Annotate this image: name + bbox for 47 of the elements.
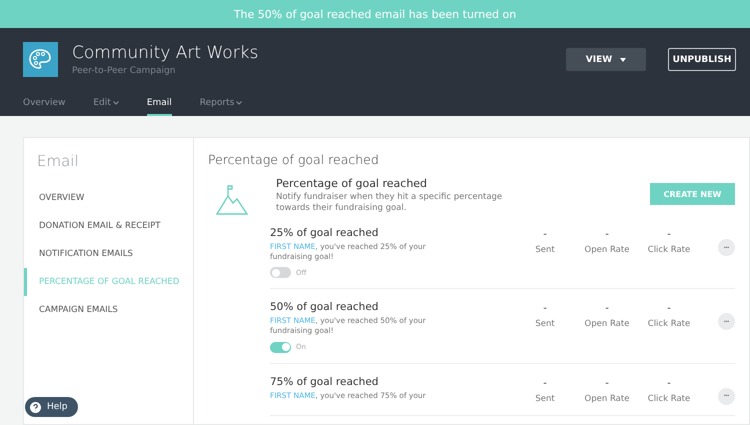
unpublish-button[interactable]: UNPUBLISH <box>668 48 736 71</box>
email-title: 25% of goal reached <box>270 227 380 239</box>
help-button[interactable]: Help <box>25 397 78 417</box>
view-dropdown-button[interactable]: VIEW <box>566 48 646 71</box>
stat-label: Sent <box>535 319 555 330</box>
campaign-subtitle: Peer-to-Peer Campaign <box>72 66 176 76</box>
palette-icon <box>23 42 58 77</box>
stat-value: - <box>543 303 547 314</box>
stat-value: - <box>543 229 547 240</box>
stat-value: - <box>605 303 609 314</box>
sidebar-title: Email <box>36 152 80 170</box>
toggle-switch[interactable] <box>270 342 291 352</box>
sidebar-item[interactable]: CAMPAIGN EMAILS <box>24 296 193 324</box>
stat-value: - <box>605 378 609 388</box>
chevron-down-icon <box>236 101 242 105</box>
campaign-title: Community Art Works <box>72 43 260 63</box>
stat-value: - <box>667 303 671 314</box>
intro-title: Percentage of goal reached <box>276 177 428 190</box>
email-title: 50% of goal reached <box>270 301 380 314</box>
notification-text: The 50% of goal reached email has been turned on <box>234 8 516 20</box>
stat-label: Click Rate <box>648 245 690 255</box>
email-title: 75% of goal reached <box>270 376 380 388</box>
stat-label: Sent <box>535 394 555 404</box>
stat-value: - <box>605 229 609 240</box>
stat-label: Open Rate <box>584 319 630 330</box>
intro-description: Notify fundraiser when they hit a specific percentage towards their fundraising goal. <box>276 192 504 214</box>
sidebar-item[interactable]: DONATION EMAIL & RECEIPT <box>24 212 193 240</box>
stat-value: - <box>667 378 671 388</box>
help-icon <box>30 402 41 412</box>
stat-label: Click Rate <box>648 394 690 404</box>
stat-value: - <box>543 378 547 388</box>
chevron-down-icon <box>112 101 119 105</box>
nav-tab[interactable]: Email <box>146 98 172 116</box>
caret-icon <box>620 58 626 62</box>
mountain-flag-icon <box>216 185 248 215</box>
stat-label: Open Rate <box>584 245 630 255</box>
stat-label: Click Rate <box>648 319 690 330</box>
nav-tab[interactable]: Overview <box>23 98 66 116</box>
toggle-switch[interactable] <box>270 267 291 278</box>
sidebar-item[interactable]: OVERVIEW <box>24 184 193 212</box>
stat-label: Open Rate <box>584 394 630 404</box>
stat-label: Sent <box>535 245 555 255</box>
section-heading: Percentage of goal reached <box>208 152 380 167</box>
stat-value: - <box>667 229 671 240</box>
nav-tab[interactable]: Reports <box>200 98 242 116</box>
sidebar-item[interactable]: NOTIFICATION EMAILS <box>24 240 193 268</box>
nav-tab[interactable]: Edit <box>93 98 119 116</box>
